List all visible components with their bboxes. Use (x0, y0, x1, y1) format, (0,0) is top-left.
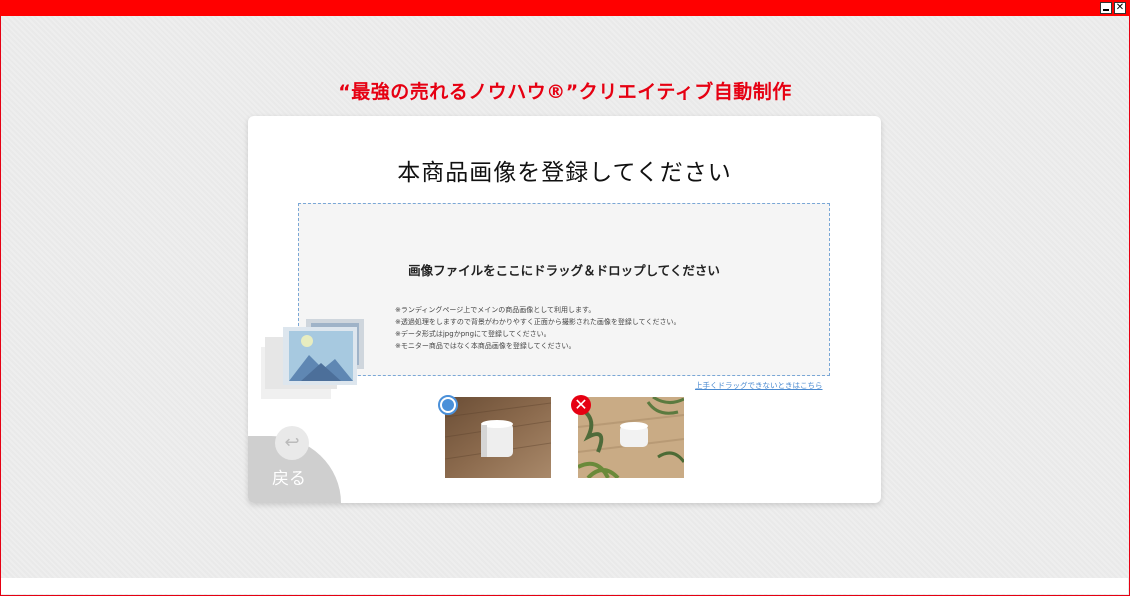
cross-icon: ✕ (571, 395, 591, 415)
image-dropzone[interactable]: 画像ファイルをここにドラッグ＆ドロップしてください ※ランディングページ上でメイ… (298, 203, 830, 376)
bad-example-image (578, 397, 684, 478)
back-button[interactable]: ↩ 戻る (248, 426, 341, 503)
return-arrow-icon: ↩ (275, 426, 309, 460)
dropzone-instruction: 画像ファイルをここにドラッグ＆ドロップしてください (408, 263, 720, 278)
dropzone-notes: ※ランディングページ上でメインの商品画像として利用します。 ※透過処理をしますの… (395, 304, 680, 352)
note-line: ※透過処理をしますので背景がわかりやすく正面から撮影された画像を登録してください… (395, 318, 681, 326)
help-link[interactable]: 上手くドラッグできないときはこちら (695, 380, 823, 391)
title-bar: ✕ (0, 0, 1130, 16)
note-line: ※データ形式はjpgかpngにて登録してください。 (395, 330, 551, 338)
upload-card: 本商品画像を登録してください 画像ファイルをここにドラッグ＆ドロップしてください… (248, 116, 881, 503)
good-example-image (445, 397, 551, 478)
bottom-strip (1, 578, 1128, 594)
app-title: “最強の売れるノウハウ®”クリエイティブ自動制作 (338, 81, 792, 103)
minimize-button[interactable] (1100, 2, 1112, 14)
check-circle-icon (438, 395, 458, 415)
note-line: ※モニター商品ではなく本商品画像を登録してください。 (395, 342, 576, 350)
card-title: 本商品画像を登録してください (397, 160, 732, 186)
note-line: ※ランディングページ上でメインの商品画像として利用します。 (395, 306, 596, 314)
image-stack-icon (261, 319, 364, 399)
close-button[interactable]: ✕ (1114, 2, 1126, 14)
back-label: 戻る (272, 469, 306, 489)
